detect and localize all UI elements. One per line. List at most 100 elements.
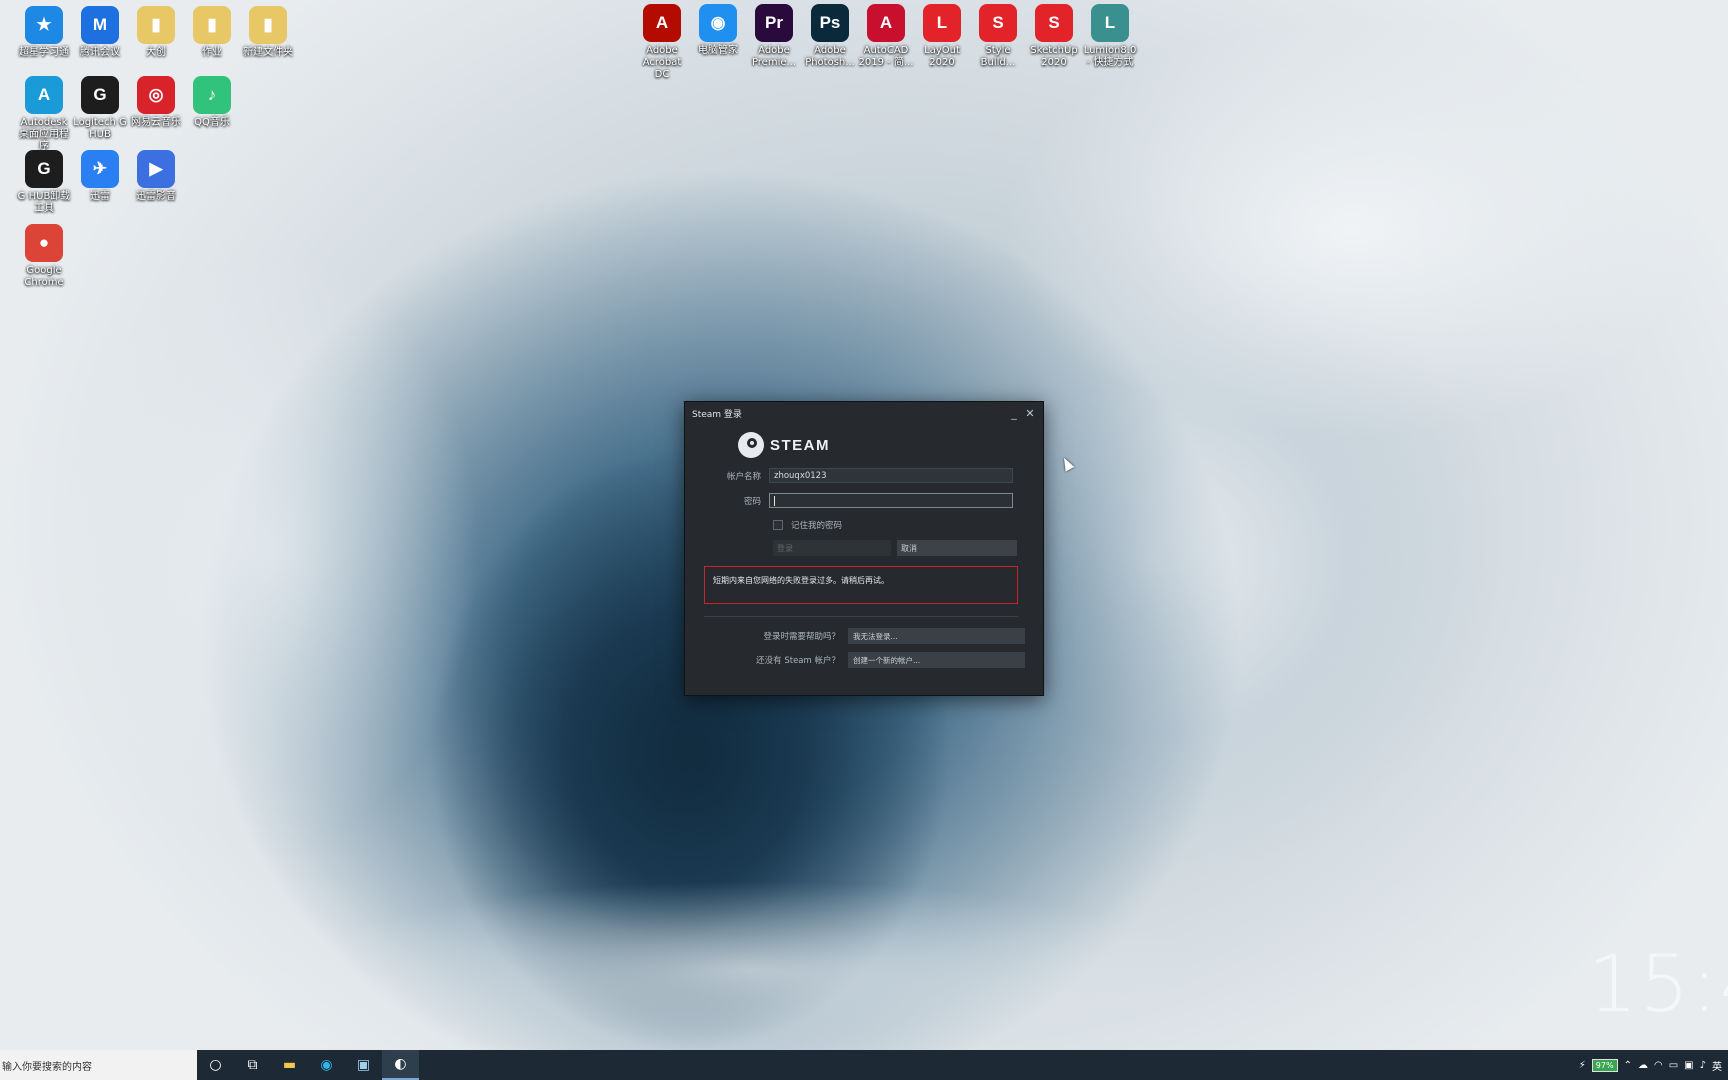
account-name-input[interactable]: zhouqx0123 <box>769 468 1013 483</box>
chevron-up-icon[interactable]: ⌃ <box>1624 1060 1632 1071</box>
desktop-shortcut[interactable]: ◉ 电脑管家 <box>690 4 746 57</box>
desktop-shortcut-label: 电脑管家 <box>698 45 738 56</box>
qq-music-icon: ♪ <box>193 76 231 114</box>
desktop-shortcut[interactable]: ◎ 网易云音乐 <box>128 76 184 129</box>
desktop-shortcut-label: SketchUp 2020 <box>1030 45 1078 68</box>
desktop-clock: 15:4 <box>1588 940 1728 1030</box>
window-title: Steam 登录 <box>692 409 742 420</box>
desktop-shortcut-label: G HUB卸载工具 <box>17 191 71 214</box>
desktop-shortcut[interactable]: ● Google Chrome <box>16 224 72 289</box>
power-icon[interactable]: ⚡ <box>1579 1060 1586 1071</box>
remember-password-label: 记住我的密码 <box>791 521 843 531</box>
cloud-icon[interactable]: ☁ <box>1638 1060 1648 1071</box>
error-message: 短期内来自您网络的失败登录过多。请稍后再试。 <box>713 576 889 585</box>
desktop-shortcut-label: 超星学习通 <box>19 47 69 58</box>
folder-icon: ▮ <box>249 6 287 44</box>
account-label: 帐户名称 <box>726 471 761 482</box>
desktop-shortcut-label: Google Chrome <box>24 265 64 288</box>
taskbar: 输入你要搜索的内容 ○ ⧉ ▬ ◉ ▣ ◐ ⚡ 97% ⌃ ☁ ◠ ▭ ▣ ♪ … <box>0 1050 1728 1080</box>
desktop-shortcut-label: 迅雷 <box>90 191 110 202</box>
steam-logo-icon <box>738 432 764 458</box>
desktop-shortcut-label: 大创 <box>146 47 166 58</box>
style-builder-icon: S <box>979 4 1017 42</box>
desktop-shortcut[interactable]: ▮ 作业 <box>184 6 240 59</box>
desktop-shortcut[interactable]: A Adobe Acrobat DC <box>634 4 690 81</box>
desktop-shortcut-label: Autodesk 桌面应用程序 <box>19 117 69 152</box>
file-explorer-icon[interactable]: ▬ <box>271 1050 308 1080</box>
desktop-shortcut-label: Style Build... <box>980 45 1016 68</box>
password-input[interactable] <box>769 493 1013 508</box>
desktop-shortcut-label: LayOut 2020 <box>924 45 960 68</box>
desktop-shortcut-label: 网易云音乐 <box>131 117 181 128</box>
desktop-shortcut[interactable]: A AutoCAD 2019 - 简... <box>858 4 914 69</box>
photoshop-icon: Ps <box>811 4 849 42</box>
desktop-shortcut[interactable]: M 腾讯会议 <box>72 6 128 59</box>
system-tray: ⚡ 97% ⌃ ☁ ◠ ▭ ▣ ♪ 英 <box>1579 1050 1728 1080</box>
steam-login-window: Steam 登录 _ ✕ STEAM 帐户名称 zhouqx0123 密码 记住… <box>684 401 1044 696</box>
desktop-shortcut[interactable]: A Autodesk 桌面应用程序 <box>16 76 72 153</box>
desktop-shortcut[interactable]: ♪ QQ音乐 <box>184 76 240 129</box>
cancel-button[interactable]: 取消 <box>897 540 1017 556</box>
remember-password-checkbox[interactable] <box>773 520 783 530</box>
account-name-value: zhouqx0123 <box>774 470 827 481</box>
login-button[interactable]: 登录 <box>773 540 891 556</box>
wallpaper-cloud <box>1000 20 1700 440</box>
ime-indicator[interactable]: 英 <box>1712 1058 1722 1073</box>
create-account-button[interactable]: 创建一个新的帐户... <box>848 652 1025 668</box>
security-icon: ◉ <box>699 4 737 42</box>
keyboard-icon[interactable]: ▭ <box>1669 1060 1678 1071</box>
cortana-icon[interactable]: ○ <box>197 1050 234 1080</box>
search-placeholder: 输入你要搜索的内容 <box>2 1061 92 1073</box>
netease-music-icon: ◎ <box>137 76 175 114</box>
desktop-shortcut-label: Adobe Acrobat DC <box>642 45 682 80</box>
steam-taskbar-icon[interactable]: ◐ <box>382 1050 419 1080</box>
desktop-shortcut[interactable]: Ps Adobe Photosh... <box>802 4 858 69</box>
desktop-shortcut[interactable]: S Style Build... <box>970 4 1026 69</box>
desktop-shortcut-label: 腾讯会议 <box>80 47 120 58</box>
desktop-shortcut-label: 新建文件夹 <box>243 47 293 58</box>
taskbar-search-input[interactable]: 输入你要搜索的内容 <box>0 1050 197 1080</box>
steam-logo: STEAM <box>738 432 830 458</box>
desktop-shortcut[interactable]: ★ 超星学习通 <box>16 6 72 59</box>
steam-titlebar[interactable]: Steam 登录 _ ✕ <box>685 402 1043 424</box>
xunlei-icon: ✈ <box>81 150 119 188</box>
desktop-shortcut-label: Lumion8.0 - 快捷方式 <box>1083 45 1137 68</box>
wifi-icon[interactable]: ◠ <box>1654 1060 1663 1071</box>
desktop-shortcut[interactable]: S SketchUp 2020 <box>1026 4 1082 69</box>
desktop-shortcut-label: Adobe Premie... <box>751 45 797 68</box>
folder-icon: ▮ <box>137 6 175 44</box>
task-view-icon[interactable]: ⧉ <box>234 1050 271 1080</box>
desktop-shortcut[interactable]: Pr Adobe Premie... <box>746 4 802 69</box>
error-message-box: 短期内来自您网络的失败登录过多。请稍后再试。 <box>704 566 1018 604</box>
sketchup-icon: S <box>1035 4 1073 42</box>
desktop-shortcut[interactable]: ✈ 迅雷 <box>72 150 128 203</box>
steam-wordmark: STEAM <box>770 436 830 454</box>
text-caret <box>774 495 775 506</box>
chrome-icon: ● <box>25 224 63 262</box>
desktop-shortcut[interactable]: L Lumion8.0 - 快捷方式 <box>1082 4 1138 69</box>
premiere-icon: Pr <box>755 4 793 42</box>
desktop-shortcut-label: Adobe Photosh... <box>805 45 855 68</box>
desktop-shortcut[interactable]: ▮ 大创 <box>128 6 184 59</box>
ghub-tool-icon: G <box>25 150 63 188</box>
logitech-icon: G <box>81 76 119 114</box>
display-icon[interactable]: ▣ <box>1684 1060 1693 1071</box>
desktop-shortcut[interactable]: L LayOut 2020 <box>914 4 970 69</box>
app-icon[interactable]: ▣ <box>345 1050 382 1080</box>
browser-icon[interactable]: ◉ <box>308 1050 345 1080</box>
desktop-shortcut-label: 迅雷影音 <box>136 191 176 202</box>
chaoxing-icon: ★ <box>25 6 63 44</box>
wallpaper-cloud <box>60 250 480 850</box>
wallpaper-cloud <box>300 880 1200 1060</box>
desktop-shortcut[interactable]: ▶ 迅雷影音 <box>128 150 184 203</box>
close-button[interactable]: ✕ <box>1024 407 1036 420</box>
minimize-button[interactable]: _ <box>1008 407 1020 420</box>
cant-login-button[interactable]: 我无法登录... <box>848 628 1025 644</box>
volume-icon[interactable]: ♪ <box>1700 1060 1706 1071</box>
desktop-shortcut[interactable]: ▮ 新建文件夹 <box>240 6 296 59</box>
desktop-shortcut-label: Logitech G HUB <box>73 117 127 140</box>
desktop-shortcut[interactable]: G Logitech G HUB <box>72 76 128 141</box>
desktop-shortcut[interactable]: G G HUB卸载工具 <box>16 150 72 215</box>
desktop-shortcut-label: QQ音乐 <box>194 117 230 128</box>
battery-indicator[interactable]: 97% <box>1591 1058 1618 1072</box>
